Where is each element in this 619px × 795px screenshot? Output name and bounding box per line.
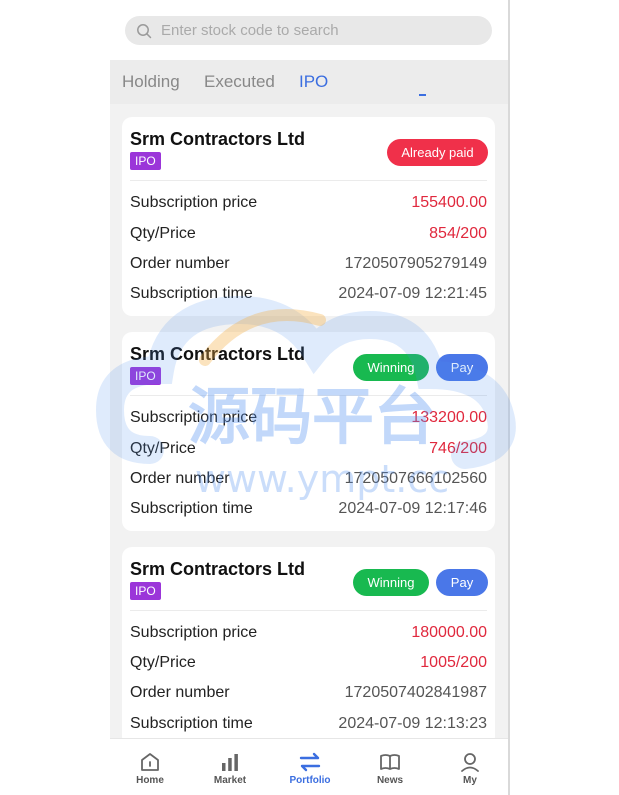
nav-label: Market (213, 775, 247, 786)
row-label: Subscription time (130, 285, 253, 302)
subscription-price-value: 155400.00 (411, 194, 487, 211)
company-name: Srm Contractors Ltd (130, 559, 306, 579)
row-label: Subscription time (130, 500, 253, 517)
nav-news[interactable]: News (350, 739, 430, 795)
qty-price-row: Qty/Price 854/200 (130, 225, 487, 245)
row-label: Order number (130, 255, 230, 272)
divider (130, 180, 487, 181)
row-label: Order number (130, 684, 230, 701)
order-number-value: 1720507402841987 (344, 684, 487, 701)
ipo-order-card[interactable]: Srm Contractors Ltd IPO Winning Pay Subs… (122, 332, 495, 531)
divider (130, 610, 487, 611)
qty-price-row: Qty/Price 746/200 (130, 440, 487, 460)
app-screen: Holding Executed IPO Srm Contractors Ltd… (110, 0, 510, 795)
portfolio-icon (299, 752, 321, 772)
bottom-tab-bar: Home Market Portfolio News My (110, 738, 508, 795)
row-label: Subscription price (130, 194, 258, 211)
row-label: Subscription price (130, 624, 258, 641)
subscription-price-row: Subscription price 133200.00 (130, 409, 487, 429)
pay-button[interactable]: Pay (436, 354, 488, 381)
tab-holding[interactable]: Holding (122, 72, 180, 92)
nav-label: Portfolio (289, 775, 331, 786)
search-input[interactable] (161, 16, 481, 45)
nav-label: News (376, 775, 404, 786)
home-icon (141, 753, 159, 771)
ipo-tag: IPO (130, 582, 161, 600)
row-label: Qty/Price (130, 225, 196, 242)
search-box[interactable] (125, 16, 492, 45)
subscription-time-value: 2024-07-09 12:21:45 (338, 285, 487, 302)
divider (130, 395, 487, 396)
row-label: Subscription time (130, 715, 253, 732)
row-label: Subscription price (130, 409, 258, 426)
winning-button[interactable]: Winning (353, 354, 429, 381)
row-label: Qty/Price (130, 654, 196, 671)
subscription-time-row: Subscription time 2024-07-09 12:13:23 (130, 715, 487, 735)
subscription-time-value: 2024-07-09 12:13:23 (338, 715, 487, 732)
qty-price-value: 1005/200 (420, 654, 487, 671)
row-label: Qty/Price (130, 440, 196, 457)
user-icon (461, 753, 479, 772)
subscription-time-value: 2024-07-09 12:17:46 (338, 500, 487, 517)
nav-label: Home (136, 775, 164, 786)
order-number-row: Order number 1720507666102560 (130, 470, 487, 490)
ipo-order-card[interactable]: Srm Contractors Ltd IPO Winning Pay Subs… (122, 547, 495, 738)
search-bar (110, 0, 508, 60)
tab-ipo[interactable]: IPO (299, 72, 328, 92)
qty-price-value: 746/200 (429, 440, 487, 457)
subscription-price-value: 180000.00 (411, 624, 487, 641)
search-icon (137, 24, 152, 39)
nav-market[interactable]: Market (190, 739, 270, 795)
nav-portfolio[interactable]: Portfolio (270, 739, 350, 795)
qty-price-value: 854/200 (429, 225, 487, 242)
active-tab-indicator (419, 94, 426, 96)
ipo-order-card[interactable]: Srm Contractors Ltd IPO Already paid Sub… (122, 117, 495, 316)
nav-home[interactable]: Home (110, 739, 190, 795)
market-icon (222, 754, 238, 771)
subscription-price-row: Subscription price 180000.00 (130, 624, 487, 644)
subscription-price-value: 133200.00 (411, 409, 487, 426)
company-name: Srm Contractors Ltd (130, 129, 306, 149)
tab-executed[interactable]: Executed (204, 72, 275, 92)
nav-label: My (463, 775, 477, 786)
ipo-tag: IPO (130, 152, 161, 170)
subscription-time-row: Subscription time 2024-07-09 12:21:45 (130, 285, 487, 305)
qty-price-row: Qty/Price 1005/200 (130, 654, 487, 674)
news-icon (380, 754, 400, 770)
company-name: Srm Contractors Ltd (130, 344, 306, 364)
ipo-order-list: Srm Contractors Ltd IPO Already paid Sub… (110, 104, 508, 738)
subscription-price-row: Subscription price 155400.00 (130, 194, 487, 214)
winning-button[interactable]: Winning (353, 569, 429, 596)
order-number-value: 1720507666102560 (344, 470, 487, 487)
order-number-row: Order number 1720507402841987 (130, 684, 487, 704)
nav-my[interactable]: My (430, 739, 508, 795)
already-paid-button[interactable]: Already paid (387, 139, 488, 166)
order-number-value: 1720507905279149 (344, 255, 487, 272)
subscription-time-row: Subscription time 2024-07-09 12:17:46 (130, 500, 487, 520)
order-number-row: Order number 1720507905279149 (130, 255, 487, 275)
tab-bar: Holding Executed IPO (110, 60, 508, 104)
row-label: Order number (130, 470, 230, 487)
pay-button[interactable]: Pay (436, 569, 488, 596)
ipo-tag: IPO (130, 367, 161, 385)
